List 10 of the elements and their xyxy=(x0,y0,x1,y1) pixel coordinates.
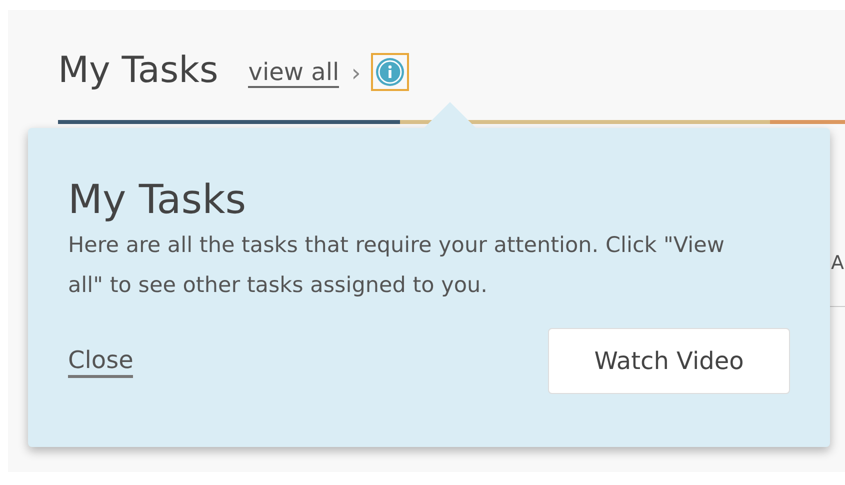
popover-title: My Tasks xyxy=(68,176,248,224)
info-button[interactable] xyxy=(370,53,409,91)
section-title: My Tasks xyxy=(58,50,218,90)
chevron: › xyxy=(351,58,361,87)
watch-video-button[interactable]: Watch Video xyxy=(548,328,790,394)
popover-text: Here are all the tasks that require your attention. Click "View all" to see other tasks assigned to you. xyxy=(68,232,726,300)
view-all-link[interactable]: view all xyxy=(248,52,340,88)
close-link[interactable]: Close xyxy=(68,344,134,378)
info-icon xyxy=(374,57,405,87)
column-text: A xyxy=(830,252,845,274)
